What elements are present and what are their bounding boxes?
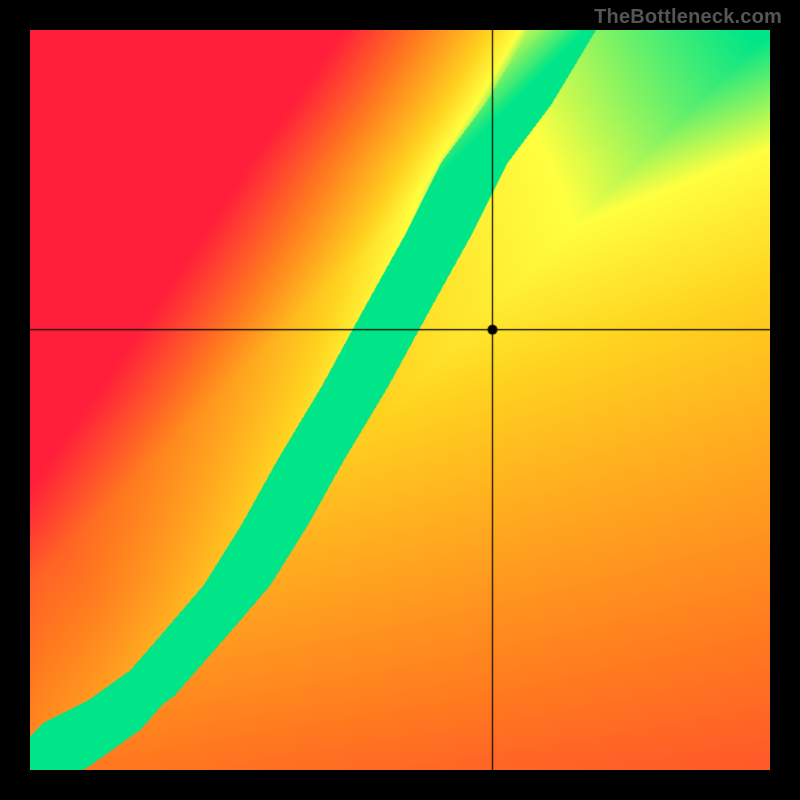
plot-area <box>30 30 770 770</box>
overlay-canvas <box>30 30 770 770</box>
chart-container: TheBottleneck.com <box>0 0 800 800</box>
watermark-label: TheBottleneck.com <box>594 6 782 29</box>
